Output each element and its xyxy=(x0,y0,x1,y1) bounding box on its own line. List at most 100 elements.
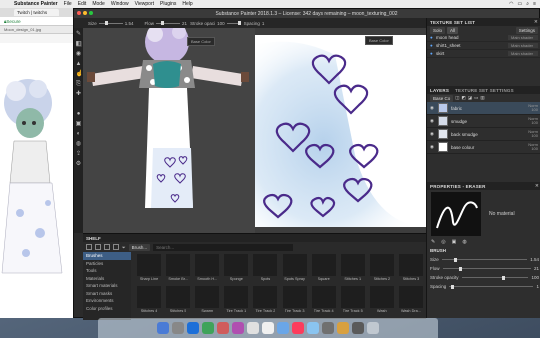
app-store-icon[interactable] xyxy=(307,322,319,334)
add-fill-icon[interactable]: ◩ xyxy=(462,95,466,101)
menu-mode[interactable]: Mode xyxy=(92,1,105,7)
brush-item[interactable]: Tire Track 4 xyxy=(310,286,338,318)
texture-set-item[interactable]: ● shirt1_sheet Main shader xyxy=(427,42,540,50)
finder-icon[interactable] xyxy=(157,322,169,334)
shelf-search-input[interactable]: Search... xyxy=(153,243,294,251)
visibility-icon[interactable]: ◉ xyxy=(430,144,435,150)
shelf-category-smart-masks[interactable]: Smart masks xyxy=(83,290,131,298)
menu-window[interactable]: Window xyxy=(111,1,129,7)
brush-item[interactable]: Stitches 2 xyxy=(368,254,396,286)
viewport-3d-channel-dropdown[interactable]: Base Color xyxy=(187,37,215,46)
photos-icon[interactable] xyxy=(247,322,259,334)
brush-item[interactable]: Stitches 5 xyxy=(164,286,192,318)
shelf-category-particles[interactable]: Particles xyxy=(83,260,131,268)
prop-stroke-opacity[interactable]: Stroke opacity 100 xyxy=(427,273,540,282)
add-mask-icon[interactable]: ◪ xyxy=(468,95,472,101)
brush-item[interactable]: Sharp Line xyxy=(135,254,163,286)
settings-icon[interactable]: ⚙ xyxy=(76,161,82,167)
alpha-tab-icon[interactable]: ◎ xyxy=(441,239,445,245)
shader-dropdown[interactable]: Main shader xyxy=(508,43,538,48)
shelf-category-tools[interactable]: Tools xyxy=(83,267,131,275)
calendar-icon[interactable] xyxy=(262,322,274,334)
browser-tab[interactable]: Twitch | twitchs xyxy=(14,9,59,16)
prop-size-slider[interactable] xyxy=(441,257,528,262)
shelf-filter-chip[interactable]: Brush... xyxy=(128,243,151,251)
brush-item[interactable]: Smoke Br... xyxy=(164,254,192,286)
smudge-icon[interactable]: ☝ xyxy=(76,71,83,77)
launchpad-icon[interactable] xyxy=(172,322,184,334)
layer-opacity[interactable]: 100 xyxy=(531,133,538,139)
prop-stroke-opacity-slider[interactable] xyxy=(461,275,529,280)
viewport-3d[interactable]: Base Color xyxy=(83,20,255,233)
brush-item[interactable]: Wash Dra... xyxy=(397,286,425,318)
close-icon[interactable]: ✕ xyxy=(534,19,540,25)
layer-row[interactable]: ◉ base colour Norm 100 xyxy=(427,141,540,154)
shelf-category-environments[interactable]: Environments xyxy=(83,297,131,305)
toolbar-size-value[interactable]: 1.54 xyxy=(125,21,134,26)
shader-dropdown[interactable]: Main shader xyxy=(508,35,538,40)
solo-button[interactable]: Solo xyxy=(430,26,446,34)
bookmark-item[interactable]: Moon_design_01.jpg xyxy=(4,27,41,32)
brush-item[interactable]: Sponge xyxy=(222,254,250,286)
brush-item[interactable]: Spots xyxy=(251,254,279,286)
export-icon[interactable]: ⇪ xyxy=(76,151,82,157)
camera-icon[interactable]: ▣ xyxy=(76,121,82,127)
browser-address-bar[interactable]: 🔒︎ Secure xyxy=(0,17,74,26)
layer-row[interactable]: ◉ fabric Norm 100 xyxy=(427,102,540,115)
delete-icon[interactable] xyxy=(113,244,119,250)
brush-item[interactable]: Stitches 1 xyxy=(339,254,367,286)
stencil-tab-icon[interactable]: ▣ xyxy=(452,239,457,245)
clone-icon[interactable]: ⎘ xyxy=(76,81,82,87)
toolbar-flow-value[interactable]: 21 xyxy=(182,21,187,26)
layer-blend[interactable]: Norm 100 xyxy=(528,103,538,113)
folder-icon[interactable] xyxy=(86,244,92,250)
polygon-fill-icon[interactable]: ▲ xyxy=(76,61,82,67)
spotlight-icon[interactable]: ⌕ xyxy=(526,1,529,7)
layer-blend[interactable]: Norm 100 xyxy=(528,142,538,152)
prop-spacing-slider[interactable] xyxy=(449,284,534,289)
paint-brush-icon[interactable]: ✎ xyxy=(76,31,82,37)
visibility-icon[interactable]: ◉ xyxy=(430,105,435,111)
shelf-category-smart-materials[interactable]: Smart materials xyxy=(83,282,131,290)
visibility-icon[interactable]: ◉ xyxy=(430,131,435,137)
picker-icon[interactable]: ✚ xyxy=(76,91,82,97)
menu-list-icon[interactable]: ≡ xyxy=(533,1,536,7)
layer-opacity[interactable]: 100 xyxy=(531,146,538,152)
toolbar-stroke-opacity[interactable]: Stroke opaci 100 xyxy=(190,21,241,26)
prop-stroke-opacity-value[interactable]: 100 xyxy=(531,275,539,280)
brush-item[interactable]: Smooth H... xyxy=(193,254,221,286)
app-icon[interactable] xyxy=(352,322,364,334)
uv-canvas[interactable] xyxy=(255,35,426,227)
brush-item[interactable]: Spots Spray xyxy=(281,254,309,286)
brush-tab-icon[interactable]: ✎ xyxy=(431,239,435,245)
close-icon[interactable] xyxy=(77,11,81,15)
prop-size-value[interactable]: 1.54 xyxy=(530,257,539,262)
brush-item[interactable]: Stitches 4 xyxy=(135,286,163,318)
safari-icon[interactable] xyxy=(187,322,199,334)
viewport-2d-channel-dropdown[interactable]: Base Color xyxy=(365,36,393,45)
brush-item[interactable]: Tire Track 2 xyxy=(251,286,279,318)
slider-knob[interactable] xyxy=(451,284,455,289)
mail-icon[interactable] xyxy=(277,322,289,334)
trash-icon[interactable] xyxy=(367,322,379,334)
new-icon[interactable] xyxy=(104,244,110,250)
tab-layers[interactable]: LAYERS xyxy=(430,88,449,93)
battery-icon[interactable]: ▭ xyxy=(518,1,523,7)
layer-row[interactable]: ◉ smudge Norm 100 xyxy=(427,115,540,128)
toolbar-spacing[interactable]: Spacing 1 xyxy=(244,21,265,26)
app-icon[interactable] xyxy=(232,322,244,334)
tab-texture-set-settings[interactable]: TEXTURE SET SETTINGS xyxy=(455,88,514,93)
all-button[interactable]: All xyxy=(447,26,459,34)
menu-plugins[interactable]: Plugins xyxy=(160,1,176,7)
brush-item[interactable]: Square xyxy=(310,254,338,286)
display-settings-icon[interactable]: ◐ xyxy=(76,131,82,137)
system-preferences-icon[interactable] xyxy=(322,322,334,334)
layer-opacity[interactable]: 100 xyxy=(531,107,538,113)
shelf-category-brushes[interactable]: Brushes xyxy=(83,252,131,260)
minimize-icon[interactable] xyxy=(83,11,87,15)
layer-blend[interactable]: Norm 100 xyxy=(528,116,538,126)
menu-viewport[interactable]: Viewport xyxy=(135,1,154,7)
menu-file[interactable]: File xyxy=(64,1,72,7)
substance-painter-icon[interactable] xyxy=(217,322,229,334)
wifi-icon[interactable]: ◠ xyxy=(509,1,513,7)
